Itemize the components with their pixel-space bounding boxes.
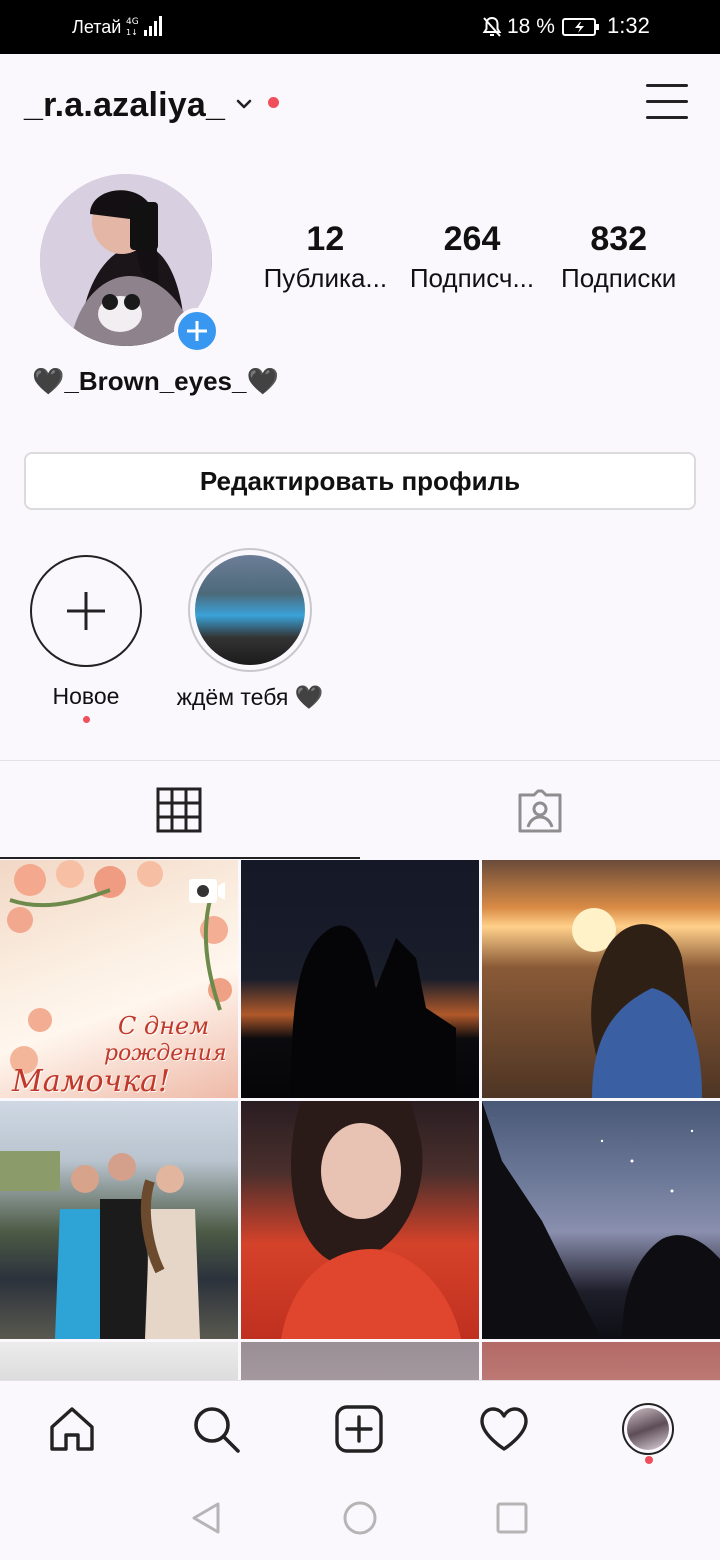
group-photo	[0, 1151, 200, 1339]
tab-grid[interactable]	[0, 761, 360, 859]
stat-label: Публика...	[263, 263, 388, 293]
stat-followers[interactable]: 264 Подписч...	[399, 220, 546, 294]
highlight-label: ждём тебя 🖤	[176, 684, 324, 710]
sunset-photo	[572, 908, 702, 1098]
battery-percent: 18 %	[507, 15, 555, 38]
recent-apps-icon[interactable]	[494, 1500, 530, 1536]
display-name: 🖤_Brown_eyes_🖤	[32, 366, 279, 396]
new-dot	[82, 716, 90, 723]
tagged-person-icon	[518, 789, 562, 833]
profile-screen: Летай 4G 1↓ 18 % 1:32 _r.a.azaliya_ 12 П…	[0, 0, 720, 1560]
notification-dot	[268, 97, 279, 108]
status-bar: Летай 4G 1↓ 18 % 1:32	[0, 0, 720, 54]
clock: 1:32	[607, 13, 650, 38]
avatar	[627, 1408, 669, 1450]
svg-text:1↓: 1↓	[126, 28, 138, 37]
tab-tagged[interactable]	[360, 761, 720, 859]
plus-icon	[30, 555, 142, 667]
bottom-navigation	[0, 1380, 720, 1476]
stat-value: 264	[443, 220, 501, 258]
mute-bell-icon	[482, 16, 502, 37]
night-sky-photo	[482, 1101, 720, 1339]
battery-icon	[562, 18, 599, 36]
post-thumbnail[interactable]	[241, 1101, 479, 1339]
video-icon	[189, 879, 225, 903]
post-text-line: Мамочка!	[12, 1064, 171, 1098]
hamburger-menu-icon[interactable]	[644, 82, 690, 122]
stat-value: 832	[590, 220, 648, 258]
silhouette-photo	[291, 925, 456, 1098]
add-story-button[interactable]	[174, 308, 220, 354]
profile-header: _r.a.azaliya_	[0, 54, 720, 154]
highlight-ring	[188, 548, 312, 672]
post-thumbnail[interactable]	[241, 860, 479, 1098]
profile-tabs	[0, 760, 720, 859]
stat-posts[interactable]: 12 Публика...	[252, 220, 399, 294]
edit-profile-button[interactable]: Редактировать профиль	[24, 452, 696, 510]
profile-stats: 12 Публика... 264 Подписч... 832 Подписк…	[252, 220, 692, 294]
add-post-icon[interactable]	[333, 1403, 385, 1455]
highlight-new[interactable]: Новое	[30, 555, 142, 723]
search-icon[interactable]	[190, 1403, 242, 1455]
account-switcher[interactable]: _r.a.azaliya_	[24, 86, 225, 125]
system-navigation-bar	[0, 1476, 720, 1560]
chevron-down-icon[interactable]	[234, 94, 254, 114]
post-thumbnail[interactable]: С днем рождения Мамочка!	[0, 860, 238, 1098]
post-thumbnail[interactable]	[482, 860, 720, 1098]
carrier-name: Летай	[72, 17, 122, 37]
stat-label: Подписки	[561, 263, 677, 293]
post-thumbnail[interactable]	[482, 1101, 720, 1339]
post-thumbnail[interactable]	[0, 1101, 238, 1339]
profile-notification-dot	[645, 1456, 653, 1464]
home-icon[interactable]	[46, 1403, 98, 1455]
profile-tab-avatar[interactable]	[622, 1403, 674, 1455]
grid-icon	[156, 787, 202, 833]
home-circle-icon[interactable]	[342, 1500, 378, 1536]
back-icon[interactable]	[188, 1500, 224, 1536]
post-text-line: С днем	[118, 1012, 210, 1040]
network-type: 4G	[126, 17, 139, 27]
stat-following[interactable]: 832 Подписки	[545, 220, 692, 294]
stat-label: Подписч...	[409, 263, 535, 293]
highlight-cover	[195, 555, 305, 665]
highlight-story[interactable]: ждём тебя 🖤	[172, 548, 328, 711]
heart-icon[interactable]	[478, 1403, 530, 1455]
stat-value: 12	[306, 220, 345, 258]
highlight-label: Новое	[52, 683, 120, 709]
signal-icon: 4G 1↓	[126, 16, 162, 37]
portrait-photo	[281, 1101, 461, 1339]
post-caption-art: С днем рождения Мамочка!	[12, 1012, 227, 1097]
